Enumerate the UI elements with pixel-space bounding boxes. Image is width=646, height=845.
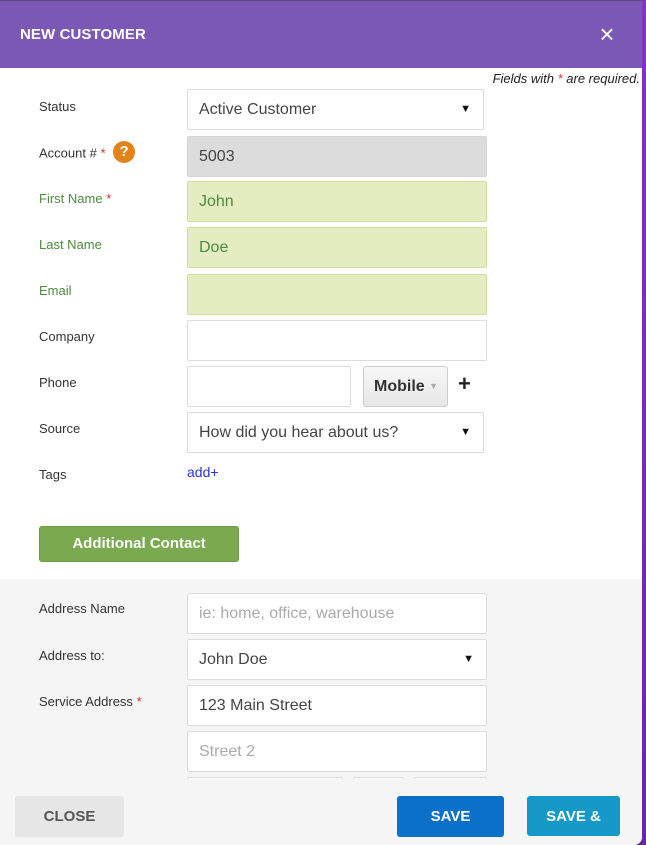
help-icon[interactable]: ? [113,141,136,163]
caret-down-icon: ▼ [429,381,438,391]
required-note-prefix: Fields with [492,71,558,86]
save-and-button[interactable]: SAVE & [527,796,620,836]
account-number-field: 5003 [187,136,487,177]
service-address-input[interactable]: 123 Main Street [187,685,487,726]
window-edge [642,0,646,845]
required-note-suffix: are required. [562,71,640,86]
address-name-placeholder: ie: home, office, warehouse [199,605,395,622]
new-customer-modal: NEW CUSTOMER × Fields with * are require… [0,0,642,845]
additional-contact-button[interactable]: Additional Contact [39,526,239,562]
service-address-label-text: Service Address [39,694,133,709]
tags-label: Tags [39,467,67,482]
caret-down-icon: ▼ [460,103,471,115]
status-label: Status [39,99,76,114]
close-icon[interactable]: × [592,17,622,51]
caret-down-icon: ▼ [463,653,474,665]
status-select[interactable]: Active Customer ▼ [187,89,484,130]
source-label: Source [39,421,81,436]
account-label-text: Account # [39,145,97,161]
save-button[interactable]: SAVE [397,796,504,837]
street2-input[interactable]: Street 2 [187,731,487,772]
phone-type-dropdown[interactable]: Mobile ▼ [363,366,448,407]
status-value: Active Customer [199,101,317,118]
last-name-value: Doe [199,239,229,256]
company-input[interactable] [187,320,487,361]
email-input[interactable] [187,274,487,315]
service-address-value: 123 Main Street [199,697,312,714]
first-name-value: John [199,193,234,210]
last-name-input[interactable]: Doe [187,227,487,268]
close-button[interactable]: CLOSE [15,796,124,837]
source-select[interactable]: How did you hear about us? ▼ [187,412,484,453]
email-label: Email [39,283,72,298]
address-to-value: John Doe [199,651,268,668]
service-address-label: Service Address * [39,694,142,709]
last-name-label: Last Name [39,237,102,252]
modal-title: NEW CUSTOMER [20,26,146,43]
phone-label: Phone [39,375,77,390]
address-name-input[interactable]: ie: home, office, warehouse [187,593,487,634]
modal-header: NEW CUSTOMER × [0,0,642,68]
required-star-icon: * [100,145,106,161]
street2-placeholder: Street 2 [199,743,256,760]
source-value: How did you hear about us? [199,424,399,441]
required-fields-note: Fields with * are required. [493,71,640,86]
required-star-icon: * [106,191,112,206]
phone-type-value: Mobile [374,378,425,395]
add-tag-link[interactable]: add+ [187,464,219,480]
add-phone-icon[interactable]: + [458,371,471,397]
first-name-label-text: First Name [39,191,103,206]
phone-input[interactable] [187,366,351,407]
first-name-label: First Name * [39,191,111,206]
required-star-icon: * [136,694,142,709]
company-label: Company [39,329,95,344]
address-to-label: Address to: [39,648,105,663]
first-name-input[interactable]: John [187,181,487,222]
address-to-select[interactable]: John Doe ▼ [187,639,487,680]
account-number-value: 5003 [199,148,235,165]
account-label: Account # * ? [39,141,136,163]
caret-down-icon: ▼ [460,426,471,438]
address-name-label: Address Name [39,601,125,616]
